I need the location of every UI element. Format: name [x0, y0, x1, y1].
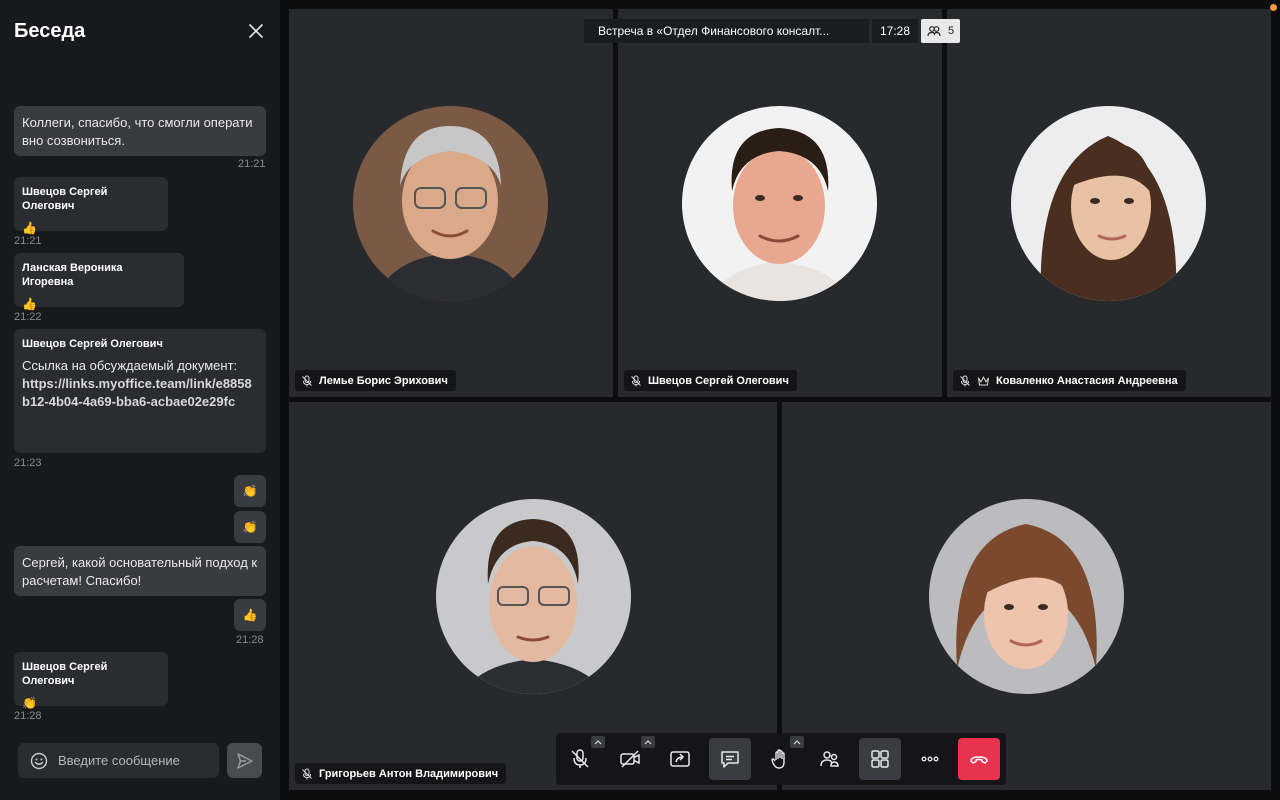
more-button[interactable] [909, 738, 951, 780]
message-text: Коллеги, спасибо, что смогли оперативно … [22, 115, 253, 148]
participant-name: Григорьев Антон Владимирович [319, 767, 499, 780]
message-list[interactable]: Коллеги, спасибо, что смогли оперативно … [0, 100, 280, 730]
message-emoji: 👍 [22, 297, 37, 311]
chat-message: Сергей, какой основательный подход к рас… [14, 546, 266, 596]
participant-name: Коваленко Анастасия Андреевна [996, 374, 1178, 387]
screen-share-icon [670, 751, 690, 767]
chevron-up-icon [793, 739, 801, 744]
message-emoji: 👍 [22, 221, 37, 235]
crown-icon [978, 376, 989, 385]
chat-message: Швецов Сергей Олегович 👏 [14, 652, 168, 710]
participant-nameplate: Коваленко Анастасия Андреевна [953, 370, 1186, 391]
participants-count-badge[interactable]: 5 [921, 19, 961, 43]
hang-up-button[interactable] [958, 738, 1000, 780]
message-author: Швецов Сергей Олегович [22, 186, 108, 212]
close-chat-button[interactable] [246, 21, 266, 41]
chat-message: Швецов Сергей Олегович 👍 [14, 177, 168, 235]
camera-off-icon [620, 750, 640, 768]
chat-message: Ланская Вероника Игоревна 👍 [14, 253, 184, 311]
participant-avatar [682, 106, 877, 301]
emoji-icon[interactable] [30, 752, 48, 770]
message-author: Швецов Сергей Олегович [22, 338, 163, 350]
more-icon [921, 756, 939, 762]
people-icon [820, 751, 839, 767]
send-icon [236, 752, 253, 769]
meeting-info-bar: Встреча в «Отдел Финансового консалт... … [584, 19, 961, 43]
message-emoji: 👍 [242, 608, 258, 622]
meeting-title[interactable]: Встреча в «Отдел Финансового консалт... [584, 19, 869, 43]
microphone-options-button[interactable] [591, 736, 605, 748]
chat-panel: Беседа Коллеги, спасибо, что смогли опер… [0, 0, 280, 800]
participant-name: Лемье Борис Эрихович [319, 374, 448, 387]
close-icon [249, 24, 263, 38]
message-emoji: 👏 [22, 696, 37, 710]
chat-message-reaction: 👏 [234, 475, 266, 507]
message-time: 21:21 [238, 158, 266, 170]
raise-hand-options-button[interactable] [790, 736, 804, 748]
participants-count: 5 [948, 25, 955, 37]
mic-off-icon [960, 375, 970, 386]
participant-tile[interactable] [782, 402, 1271, 790]
chat-title: Беседа [14, 20, 86, 42]
send-button[interactable] [227, 743, 262, 778]
participant-name: Швецов Сергей Олегович [648, 374, 789, 387]
participant-tile[interactable]: Швецов Сергей Олегович [618, 9, 942, 397]
message-time: 21:28 [14, 710, 42, 722]
camera-options-button[interactable] [641, 736, 655, 748]
message-text: Ссылка на обсуждаемый документ: [22, 358, 238, 373]
message-text: Сергей, какой основательный подход к рас… [22, 555, 261, 588]
chevron-up-icon [594, 739, 602, 744]
message-emoji: 👏 [242, 520, 258, 534]
chat-button[interactable] [709, 738, 751, 780]
mic-off-icon [302, 375, 312, 386]
participant-nameplate: Швецов Сергей Олегович [624, 370, 797, 391]
chat-icon [721, 751, 739, 768]
message-link[interactable]: https://links.myoffice.team/link/e8858b1… [22, 375, 258, 411]
participant-tile[interactable]: Коваленко Анастасия Андреевна [947, 9, 1271, 397]
chat-message: Коллеги, спасибо, что смогли оперативно … [14, 106, 266, 156]
message-input[interactable] [58, 753, 208, 768]
message-time: 21:21 [14, 235, 42, 247]
people-icon [927, 26, 941, 37]
mic-off-icon [631, 375, 641, 386]
participant-avatar [353, 106, 548, 301]
chat-message: Швецов Сергей Олегович Ссылка на обсужда… [14, 329, 266, 453]
participant-tile[interactable]: Лемье Борис Эрихович [289, 9, 613, 397]
video-call-app: Беседа Коллеги, спасибо, что смогли опер… [0, 0, 1280, 800]
layout-button[interactable] [859, 738, 901, 780]
message-author: Швецов Сергей Олегович [22, 661, 108, 687]
message-emoji: 👏 [242, 484, 258, 498]
message-time: 21:22 [14, 311, 42, 323]
recording-status-dot [1270, 4, 1277, 11]
message-composer[interactable] [18, 743, 219, 778]
participant-nameplate: Григорьев Антон Владимирович [295, 763, 507, 784]
chat-message-reaction: 👍 [234, 599, 266, 631]
hand-icon [771, 749, 785, 769]
participant-avatar [1011, 106, 1206, 301]
call-toolbar [556, 733, 1006, 785]
participant-avatar [929, 499, 1124, 694]
message-author: Ланская Вероника Игоревна [22, 262, 123, 288]
screen-share-button[interactable] [659, 738, 701, 780]
mic-off-icon [571, 749, 589, 768]
grid-icon [871, 750, 889, 768]
participant-tile[interactable]: Григорьев Антон Владимирович [289, 402, 777, 790]
participant-avatar [436, 499, 631, 694]
mic-off-icon [302, 768, 312, 779]
message-time: 21:23 [14, 457, 42, 469]
phone-hangup-icon [970, 756, 988, 764]
message-time: 21:28 [236, 634, 264, 646]
participant-nameplate: Лемье Борис Эрихович [295, 370, 456, 391]
chevron-up-icon [644, 739, 652, 744]
meeting-duration: 17:28 [872, 19, 919, 43]
chat-message-reaction: 👏 [234, 511, 266, 543]
participants-button[interactable] [809, 738, 851, 780]
